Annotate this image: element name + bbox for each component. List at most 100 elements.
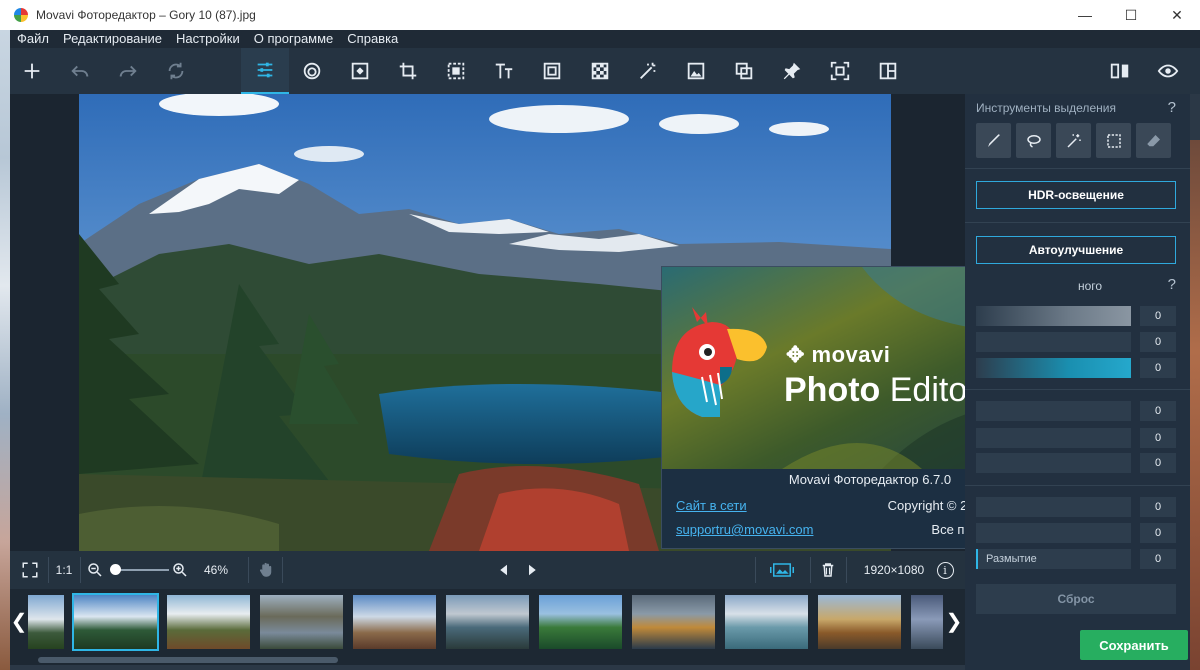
menu-help[interactable]: Справка: [340, 30, 405, 48]
slider-row[interactable]: 0: [976, 428, 1176, 448]
object-removal-icon[interactable]: [436, 48, 476, 94]
info-icon[interactable]: i: [934, 551, 956, 589]
add-icon[interactable]: [12, 48, 52, 94]
minimize-button[interactable]: —: [1062, 0, 1108, 30]
previous-image-icon[interactable]: [494, 551, 514, 589]
crop-icon[interactable]: [388, 48, 428, 94]
slider-track[interactable]: [976, 497, 1131, 517]
scrollbar-thumb[interactable]: [38, 657, 338, 663]
slider-value[interactable]: 0: [1140, 549, 1176, 569]
layout-icon[interactable]: [868, 48, 908, 94]
slider-row[interactable]: 0: [976, 306, 1176, 326]
zoom-in-icon[interactable]: [169, 551, 191, 589]
slider-value[interactable]: 0: [1140, 523, 1176, 543]
filmstrip-scrollbar[interactable]: [10, 655, 965, 665]
slider-track[interactable]: Размытие: [976, 549, 1131, 569]
thumbnail[interactable]: [28, 595, 64, 649]
slider-row[interactable]: Размытие 0: [976, 549, 1176, 569]
zoom-slider-handle[interactable]: [110, 564, 121, 575]
slider-track[interactable]: [976, 306, 1131, 326]
pin-icon[interactable]: [772, 48, 812, 94]
resize-icon[interactable]: [820, 48, 860, 94]
slider-row[interactable]: 0: [976, 497, 1176, 517]
menu-edit[interactable]: Редактирование: [56, 30, 169, 48]
close-button[interactable]: ✕: [1154, 0, 1200, 30]
divider: [965, 168, 1190, 169]
rotate-icon[interactable]: [156, 48, 196, 94]
retouch-icon[interactable]: [292, 48, 332, 94]
text-icon[interactable]: [484, 48, 524, 94]
magic-icon[interactable]: [628, 48, 668, 94]
website-link[interactable]: Сайт в сети: [676, 498, 747, 513]
slider-row[interactable]: 0: [976, 523, 1176, 543]
thumbnail[interactable]: [911, 595, 943, 649]
slider-track[interactable]: [976, 428, 1131, 448]
zoom-level: 46%: [203, 563, 229, 577]
filters-icon[interactable]: [340, 48, 380, 94]
insert-image-icon[interactable]: [676, 48, 716, 94]
frames-icon[interactable]: [532, 48, 572, 94]
menu-about[interactable]: О программе: [247, 30, 341, 48]
slider-value[interactable]: 0: [1140, 358, 1176, 378]
slider-value[interactable]: 0: [1140, 453, 1176, 473]
thumbnail-selected[interactable]: [72, 593, 159, 651]
hdr-button[interactable]: HDR-освещение: [976, 181, 1176, 209]
thumbnail[interactable]: [725, 595, 808, 649]
filmstrip-toggle-icon[interactable]: [762, 551, 802, 589]
magic-wand-icon[interactable]: [1056, 123, 1091, 158]
brush-select-icon[interactable]: [976, 123, 1011, 158]
background-icon[interactable]: [580, 48, 620, 94]
thumbnail[interactable]: [446, 595, 529, 649]
menu-file[interactable]: Файл: [10, 30, 56, 48]
reset-button[interactable]: Сброс: [976, 584, 1176, 614]
thumbnail[interactable]: [353, 595, 436, 649]
support-email-link[interactable]: supportru@movavi.com: [676, 522, 813, 537]
help-icon[interactable]: ?: [1168, 276, 1176, 293]
actual-size-button[interactable]: 1:1: [48, 551, 80, 589]
slider-row[interactable]: 0: [976, 332, 1176, 352]
window-title: Movavi Фоторедактор – Gory 10 (87).jpg: [36, 8, 256, 22]
help-icon[interactable]: ?: [1168, 99, 1176, 116]
thumbnail[interactable]: [632, 595, 715, 649]
slider-value[interactable]: 0: [1140, 306, 1176, 326]
thumbnail[interactable]: [818, 595, 901, 649]
save-button[interactable]: Сохранить: [1080, 630, 1188, 660]
thumbnail[interactable]: [167, 595, 250, 649]
slider-row[interactable]: 0: [976, 401, 1176, 421]
slider-value[interactable]: 0: [1140, 497, 1176, 517]
zoom-slider-track[interactable]: [114, 569, 169, 571]
filmstrip-next-icon[interactable]: ❯: [945, 607, 963, 637]
menu-settings[interactable]: Настройки: [169, 30, 247, 48]
slider-value[interactable]: 0: [1140, 401, 1176, 421]
slider-track[interactable]: [976, 453, 1131, 473]
slider-track[interactable]: [976, 523, 1131, 543]
thumbnail[interactable]: [539, 595, 622, 649]
filmstrip: ❮ ❯: [10, 589, 965, 655]
slider-track[interactable]: [976, 401, 1131, 421]
rectangle-select-icon[interactable]: [1096, 123, 1131, 158]
slider-track[interactable]: [976, 358, 1131, 378]
fullscreen-icon[interactable]: [14, 551, 46, 589]
split-view-icon[interactable]: [1100, 48, 1140, 94]
auto-enhance-button[interactable]: Автоулучшение: [976, 236, 1176, 264]
adjust-icon[interactable]: [241, 48, 289, 94]
hand-tool-icon[interactable]: [254, 551, 278, 589]
slider-value[interactable]: 0: [1140, 428, 1176, 448]
slider-row[interactable]: 0: [976, 358, 1176, 378]
preview-eye-icon[interactable]: [1148, 48, 1188, 94]
maximize-button[interactable]: ☐: [1108, 0, 1154, 30]
zoom-out-icon[interactable]: [84, 551, 106, 589]
thumbnail[interactable]: [260, 595, 343, 649]
next-image-icon[interactable]: [522, 551, 542, 589]
select-icon[interactable]: [724, 48, 764, 94]
lasso-icon[interactable]: [1016, 123, 1051, 158]
slider-row[interactable]: 0: [976, 453, 1176, 473]
filmstrip-prev-icon[interactable]: ❮: [10, 607, 28, 637]
slider-value[interactable]: 0: [1140, 332, 1176, 352]
undo-icon[interactable]: [60, 48, 100, 94]
slider-track[interactable]: [976, 332, 1131, 352]
redo-icon[interactable]: [108, 48, 148, 94]
brand-text: movavi: [811, 342, 891, 367]
eraser-icon[interactable]: [1136, 123, 1171, 158]
delete-icon[interactable]: [816, 551, 840, 589]
